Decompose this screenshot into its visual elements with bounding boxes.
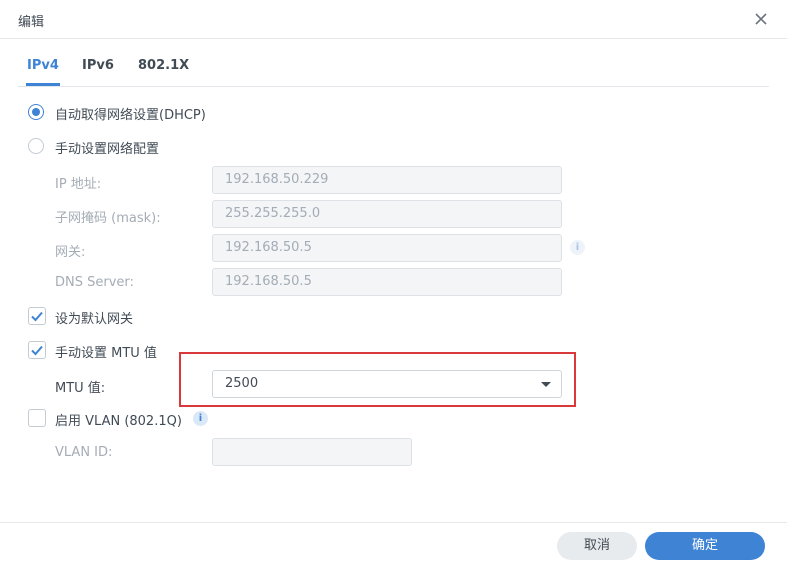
dns-server-label: DNS Server: (55, 275, 134, 290)
active-tab-indicator (26, 83, 60, 86)
ok-button[interactable]: 确定 (645, 532, 765, 560)
tab-ipv4[interactable]: IPv4 (27, 58, 59, 73)
gateway-label: 网关: (55, 245, 86, 260)
tab-ipv6[interactable]: IPv6 (82, 58, 114, 73)
cancel-button[interactable]: 取消 (557, 532, 637, 560)
vlan-checkbox[interactable] (28, 409, 46, 427)
ip-address-input[interactable]: 192.168.50.229 (212, 166, 562, 194)
mtu-label: MTU 值: (55, 381, 106, 396)
dns-server-input[interactable]: 192.168.50.5 (212, 268, 562, 296)
dialog-title: 编辑 (18, 15, 45, 30)
checkmark-icon (31, 345, 43, 356)
close-icon[interactable] (752, 10, 770, 28)
highlight-box (179, 352, 576, 407)
manual-label: 手动设置网络配置 (55, 142, 160, 157)
vlan-id-input[interactable] (212, 438, 412, 466)
gateway-info-icon[interactable]: i (570, 240, 585, 255)
default-gateway-label: 设为默认网关 (55, 312, 134, 327)
subnet-mask-label: 子网掩码 (mask): (55, 211, 161, 226)
dhcp-label: 自动取得网络设置(DHCP) (55, 108, 206, 123)
default-gateway-checkbox[interactable] (28, 307, 46, 325)
vlan-id-label: VLAN ID: (55, 445, 113, 460)
dialog-footer: 取消 确定 (0, 522, 787, 569)
tab-8021x[interactable]: 802.1X (138, 58, 189, 73)
dhcp-radio[interactable] (28, 104, 44, 120)
manual-mtu-checkbox[interactable] (28, 341, 46, 359)
dialog-titlebar: 编辑 (0, 0, 787, 39)
gateway-input[interactable]: 192.168.50.5 (212, 234, 562, 262)
tab-bar: IPv4 IPv6 802.1X (18, 50, 769, 87)
vlan-label: 启用 VLAN (802.1Q) (55, 414, 182, 429)
ip-address-label: IP 地址: (55, 177, 102, 192)
checkmark-icon (31, 311, 43, 322)
vlan-info-icon[interactable]: i (193, 411, 208, 426)
subnet-mask-input[interactable]: 255.255.255.0 (212, 200, 562, 228)
manual-radio[interactable] (28, 138, 44, 154)
manual-mtu-label: 手动设置 MTU 值 (55, 346, 157, 361)
